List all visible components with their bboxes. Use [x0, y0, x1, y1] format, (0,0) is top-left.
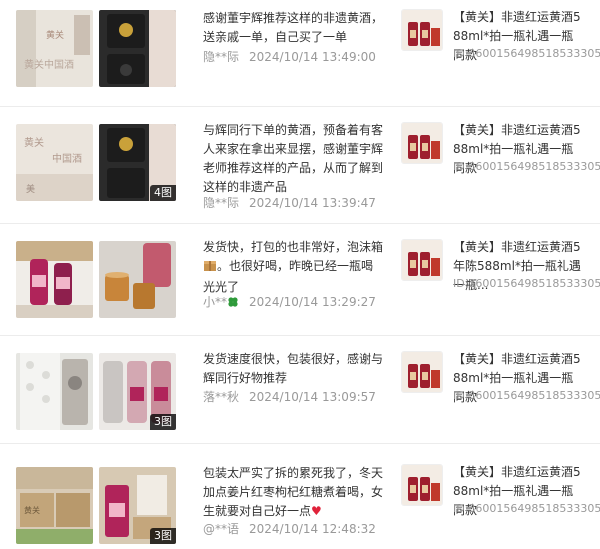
product-image[interactable] — [401, 122, 443, 164]
product-image[interactable] — [401, 464, 443, 506]
reviewer-name: 隐**际 — [203, 50, 240, 64]
review-item: 黄关 中国酒美 4图 与辉同行下单的黄酒，预备着有客人来家在拿出来显摆，感谢董宇辉… — [0, 107, 600, 224]
product-image[interactable] — [401, 351, 443, 393]
review-photo[interactable]: 黄关 中国酒美 — [16, 124, 93, 201]
review-item: 发货快，打包的也非常好，泡沫箱。也很好喝，昨晚已经一瓶喝光光了 小** 2024/… — [0, 224, 600, 336]
product-id: ID:3600156498518533305 — [453, 277, 600, 290]
review-photo[interactable] — [99, 241, 176, 318]
review-meta: @**语 2024/10/14 12:48:32 — [203, 521, 376, 537]
review-meta: 小** 2024/10/14 13:29:27 — [203, 294, 376, 312]
review-text-part: 发货快，打包的也非常好，泡沫箱 — [203, 240, 384, 254]
svg-text:黄关中国酒: 黄关中国酒 — [24, 58, 74, 71]
svg-text:美: 美 — [26, 183, 35, 195]
svg-text:黄关: 黄关 — [24, 136, 44, 149]
review-meta: 隐**际 2024/10/14 13:39:47 — [203, 195, 376, 211]
review-meta: 落**秋 2024/10/14 13:09:57 — [203, 389, 376, 405]
reviewer-name: @**语 — [203, 522, 240, 536]
product-image[interactable] — [401, 9, 443, 51]
review-text-part: 。也很好喝，昨晚已经一瓶喝光光了 — [203, 259, 374, 294]
four-leaf-clover-icon — [227, 296, 239, 312]
review-text: 感谢董宇辉推荐这样的非遗黄酒，送亲戚一单，自己买了一单 — [203, 11, 384, 44]
review-text: 包装太严实了拆的累死我了，冬天加点姜片红枣枸杞红糖煮着喝，女生就要对自己好一点♥ — [203, 464, 383, 521]
product-image[interactable] — [401, 239, 443, 281]
svg-text:黄关: 黄关 — [46, 29, 64, 41]
reviewer-name: 隐**际 — [203, 196, 240, 210]
box-emoji-icon — [203, 258, 217, 278]
product-id: ID:3600156498518533305 — [453, 47, 600, 60]
review-date: 2024/10/14 13:29:27 — [249, 295, 376, 309]
product-id: ID:3600156498518533305 — [453, 160, 600, 173]
review-photo[interactable]: 3图 — [99, 353, 176, 430]
review-item: 3图 发货速度很快，包装很好，感谢与辉同行好物推荐 落**秋 2024/10/14… — [0, 336, 600, 444]
review-photo[interactable] — [16, 241, 93, 318]
review-photo[interactable] — [99, 10, 176, 87]
review-item: 黄关黄关中国酒 感谢董宇辉推荐这样的非遗黄酒，送亲戚一单，自己买了一单 隐**际… — [0, 0, 600, 107]
image-count-badge: 3图 — [150, 528, 176, 544]
review-date: 2024/10/14 13:49:00 — [249, 50, 376, 64]
reviewer-name: 小** — [203, 295, 228, 309]
image-count-badge: 3图 — [150, 414, 176, 430]
red-heart-icon: ♥ — [311, 504, 322, 518]
review-photo[interactable]: 4图 — [99, 124, 176, 201]
review-date: 2024/10/14 13:39:47 — [249, 196, 376, 210]
product-id: ID:3600156498518533305 — [453, 389, 600, 402]
review-text: 发货快，打包的也非常好，泡沫箱。也很好喝，昨晚已经一瓶喝光光了 — [203, 238, 383, 297]
svg-text:黄关: 黄关 — [24, 505, 40, 515]
product-id: ID:3600156498518533305 — [453, 502, 600, 515]
svg-text:中国酒: 中国酒 — [52, 152, 82, 165]
review-date: 2024/10/14 12:48:32 — [249, 522, 376, 536]
review-text: 发货速度很快，包装很好，感谢与辉同行好物推荐 — [203, 352, 384, 385]
review-list: 黄关 黄关中国酒 感谢董宇辉推荐这样的非遗黄酒，送亲戚一单，自己买了一单 隐**际… — [0, 0, 600, 549]
review-meta: 隐**际 2024/10/14 13:49:00 — [203, 49, 376, 65]
review-date: 2024/10/14 13:09:57 — [249, 390, 376, 404]
review-photo[interactable] — [16, 353, 93, 430]
review-text: 与辉同行下单的黄酒，预备着有客人来家在拿出来显摆，感谢董宇辉老师推荐这样的产品，… — [203, 123, 384, 194]
image-count-badge: 4图 — [150, 185, 176, 201]
reviewer-name: 落**秋 — [203, 390, 240, 404]
review-photo[interactable]: 3图 — [99, 467, 176, 544]
review-text-part: 包装太严实了拆的累死我了，冬天加点姜片红枣枸杞红糖煮着喝，女生就要对自己好一点 — [203, 466, 384, 518]
review-photo[interactable]: 黄关黄关中国酒 — [16, 10, 93, 87]
review-item: 黄关 3图 包装太严实了拆的累死我了，冬天加点姜片红枣枸杞红糖煮着喝，女生就要对… — [0, 444, 600, 549]
review-photo[interactable]: 黄关 — [16, 467, 93, 544]
